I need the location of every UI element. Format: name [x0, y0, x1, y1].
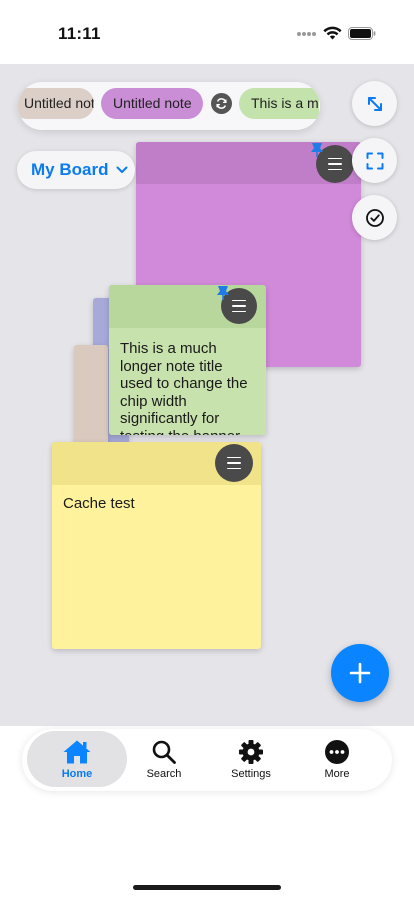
- status-bar: 11:11: [0, 0, 414, 64]
- note-text[interactable]: Cache test: [63, 495, 250, 513]
- board-canvas[interactable]: This is a much longer note title used to…: [0, 64, 414, 726]
- note-card-yellow[interactable]: Cache test: [52, 442, 261, 649]
- search-icon: [152, 740, 176, 764]
- note-chip-tray[interactable]: Untitled note Untitled note This is a mu…: [18, 82, 320, 130]
- more-icon: [325, 740, 349, 764]
- expand-arrows-icon: [367, 96, 382, 111]
- home-indicator: [133, 885, 281, 890]
- board-selector[interactable]: My Board: [17, 151, 135, 189]
- pin-icon: [217, 286, 229, 300]
- add-note-button[interactable]: [331, 644, 389, 702]
- select-button[interactable]: [352, 195, 397, 240]
- cellular-signal-icon: [297, 31, 316, 37]
- chevron-down-icon: [116, 166, 128, 173]
- stacked-note-beige[interactable]: [74, 345, 108, 445]
- tab-bar: Home Search Settings More: [22, 729, 392, 791]
- gear-icon: [239, 740, 263, 764]
- fit-screen-button[interactable]: [352, 138, 397, 183]
- pin-icon: [311, 143, 323, 157]
- home-icon: [63, 740, 91, 764]
- status-time: 11:11: [58, 24, 101, 43]
- note-menu-button[interactable]: [215, 444, 253, 482]
- expand-button[interactable]: [352, 81, 397, 126]
- board-selector-label: My Board: [31, 160, 109, 179]
- note-text[interactable]: This is a much longer note title used to…: [120, 340, 255, 435]
- plus-icon: [349, 662, 371, 684]
- tab-home[interactable]: Home: [27, 731, 127, 787]
- note-chip[interactable]: This is a much longer note title used to…: [239, 88, 319, 119]
- note-chip[interactable]: Untitled note: [18, 88, 94, 119]
- tab-label: Settings: [231, 768, 271, 780]
- note-card-green[interactable]: This is a much longer note title used to…: [109, 285, 266, 435]
- tab-label: Home: [61, 768, 93, 780]
- tab-label: Search: [146, 768, 182, 780]
- note-chip[interactable]: Untitled note: [101, 88, 203, 119]
- checkmark-circle-icon: [365, 208, 384, 227]
- tab-label: More: [324, 768, 350, 780]
- tab-search[interactable]: Search: [127, 731, 201, 787]
- tab-more[interactable]: More: [300, 731, 374, 787]
- battery-icon: [348, 27, 376, 40]
- tab-settings[interactable]: Settings: [211, 731, 291, 787]
- fit-screen-icon: [366, 152, 383, 169]
- sync-icon[interactable]: [211, 93, 232, 114]
- wifi-icon: [323, 26, 342, 40]
